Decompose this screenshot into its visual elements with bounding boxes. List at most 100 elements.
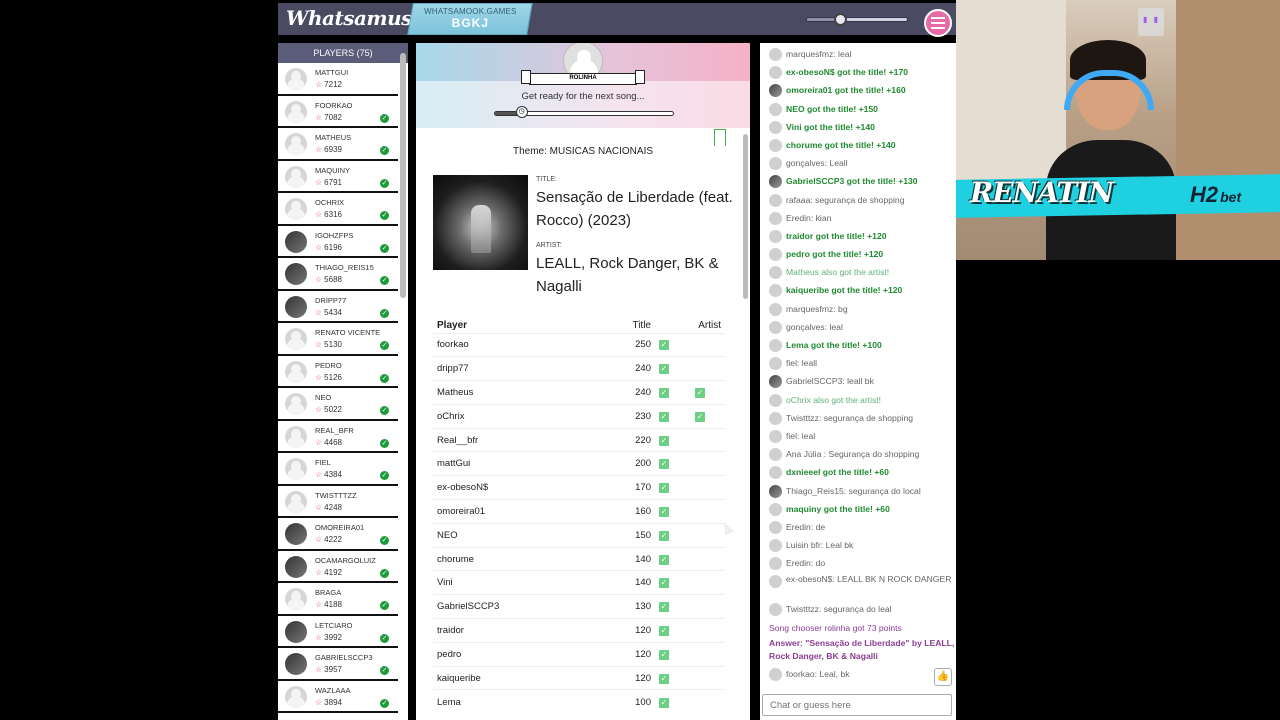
- player-row[interactable]: GABRIELSCCP3 ☆ 3957 ✓: [278, 648, 398, 681]
- player-score-value: 6196: [324, 242, 342, 252]
- chat-avatar: [769, 302, 782, 316]
- song-panel-scrollbar[interactable]: [743, 134, 748, 299]
- player-avatar: [285, 295, 307, 318]
- chat-text: ex-obesoN$ got the title! +170: [786, 67, 909, 78]
- chat-avatar: [769, 448, 782, 462]
- chat-message: omoreira01 got the title! +160: [760, 81, 956, 99]
- player-row[interactable]: PEDRO ☆ 5126 ✓: [278, 356, 398, 388]
- player-avatar: [285, 425, 307, 448]
- chat-text: omoreira01 got the title! +160: [786, 85, 906, 96]
- player-score: ☆ 4192: [315, 568, 342, 577]
- chat-text: Twistttzz: segurança do leal: [786, 604, 892, 615]
- bookmark-icon[interactable]: [714, 129, 726, 146]
- chat-message: marquesfmz: leal: [760, 45, 956, 63]
- chat-text: Luisin bfr: Leal bk: [786, 540, 854, 551]
- player-avatar: [285, 523, 307, 545]
- title-check-icon: ✓: [659, 649, 669, 660]
- player-row[interactable]: MATHEUS ☆ 6939 ✓: [278, 128, 398, 161]
- table-row: kaiqueribe 120 ✓: [433, 665, 725, 690]
- table-row: Lema 100 ✓: [433, 689, 725, 714]
- thumbs-up-icon[interactable]: 👍: [934, 668, 952, 686]
- table-row: NEO 150 ✓: [433, 522, 725, 548]
- player-row[interactable]: RENATO VICENTE ☆ 5130 ✓: [278, 323, 398, 356]
- player-row[interactable]: FIEL ☆ 4384 ✓: [278, 453, 398, 486]
- player-row[interactable]: BRAGA ☆ 4188 ✓: [278, 583, 398, 616]
- player-score-value: 4188: [324, 600, 342, 609]
- table-row: dripp77 240 ✓: [433, 356, 725, 381]
- row-player: pedro: [433, 641, 595, 667]
- chat-avatar: [769, 502, 782, 516]
- player-name: REAL_BFR: [315, 425, 354, 435]
- player-avatar: [285, 620, 307, 643]
- title-check-icon: ✓: [659, 411, 669, 422]
- table-row: pedro 120 ✓: [433, 641, 725, 667]
- player-score: ☆ 4384: [315, 470, 342, 479]
- player-row[interactable]: TWISTTTZZ ☆ 4248: [278, 486, 398, 518]
- chat-avatar: [769, 175, 782, 189]
- chat-message: Twistttzz: segurança de shopping: [760, 409, 956, 427]
- player-score: ☆ 4222: [315, 535, 342, 544]
- chat-message: Answer: "Sensação de Liberdade" by LEALL…: [760, 637, 956, 665]
- chat-text: rafaaa: segurança de shopping: [786, 194, 905, 205]
- player-score: ☆ 5130: [315, 340, 342, 349]
- chat-text: pedro got the title! +120: [786, 249, 884, 260]
- menu-button[interactable]: [924, 9, 952, 37]
- players-scrollbar[interactable]: [400, 53, 406, 298]
- star-icon: ☆: [315, 177, 323, 187]
- player-name: DRIPP77: [315, 295, 347, 305]
- volume-knob[interactable]: [834, 13, 847, 26]
- title-check-icon: ✓: [659, 578, 669, 589]
- round-timer: ◷: [494, 106, 674, 118]
- chat-message: Luisin bfr: Leal bk: [760, 536, 956, 554]
- room-badge[interactable]: WHATSAMOOK.GAMES BGKJ: [407, 3, 533, 35]
- table-row: GabrielSCCP3 130 ✓: [433, 594, 725, 619]
- player-name: BRAGA: [315, 588, 342, 597]
- player-name: MATTGUI: [315, 68, 349, 77]
- chat-text: dxnieeel got the title! +60: [786, 467, 889, 478]
- chat-input[interactable]: [762, 694, 952, 716]
- star-icon: ☆: [315, 437, 323, 447]
- player-row[interactable]: MAQUINY ☆ 6791 ✓: [278, 161, 398, 193]
- player-row[interactable]: LETCIARO ☆ 3992 ✓: [278, 616, 398, 648]
- player-score: ☆ 4188: [315, 600, 342, 609]
- theme-label: Theme: MUSICAS NACIONAIS: [512, 146, 654, 157]
- volume-slider[interactable]: [806, 13, 908, 26]
- player-row[interactable]: OMOREIRA01 ☆ 4222 ✓: [278, 518, 398, 551]
- player-row[interactable]: FOORKAO ☆ 7082 ✓: [278, 96, 398, 128]
- player-row[interactable]: THIAGO_REIS15 ☆ 5688 ✓: [278, 258, 398, 291]
- chat-message: fiel: leal: [760, 427, 956, 445]
- player-row[interactable]: WAZLAAA ☆ 3894 ✓: [278, 681, 398, 713]
- star-icon: ☆: [315, 242, 323, 252]
- row-player: oChrix: [433, 403, 595, 429]
- star-icon: ☆: [315, 80, 323, 89]
- player-score: ☆ 6196: [315, 243, 342, 252]
- player-name: TWISTTTZZ: [315, 490, 357, 500]
- check-icon: ✓: [380, 438, 389, 448]
- chat-avatar: [769, 157, 782, 171]
- player-score-value: 3957: [324, 665, 342, 674]
- song-title: Sensação de Liberdade (feat. Rocco) (202…: [536, 189, 733, 229]
- player-row[interactable]: OCAMARGOLUIZ ☆ 4192 ✓: [278, 551, 398, 583]
- player-row[interactable]: MATTGUI ☆ 7212: [278, 63, 398, 96]
- player-row[interactable]: IGOHZFPS ☆ 6196 ✓: [278, 226, 398, 258]
- chat-text: Song chooser rolinha got 73 points: [769, 622, 902, 633]
- table-row: ex-obesoN$ 170 ✓: [433, 475, 725, 500]
- player-row[interactable]: DRIPP77 ☆ 5434 ✓: [278, 291, 398, 323]
- player-row[interactable]: OCHRIX ☆ 6316 ✓: [278, 193, 398, 226]
- chat-text: Matheus also got the artist!: [786, 267, 890, 278]
- chat-text: fiel: leal: [786, 430, 816, 441]
- row-player: Lema: [433, 689, 595, 714]
- check-icon: ✓: [380, 308, 389, 318]
- chat-text: Eredin: de: [786, 521, 826, 532]
- artist-check-icon: ✓: [695, 387, 705, 398]
- player-row[interactable]: NEO ☆ 5022 ✓: [278, 388, 398, 421]
- chat-message: Thiago_Reis15: segurança do local: [760, 482, 956, 500]
- chat-avatar: [769, 211, 782, 225]
- title-check-icon: ✓: [659, 459, 669, 470]
- top-bar: Whatsamusic WHATSAMOOK.GAMES BGKJ: [278, 3, 956, 37]
- player-row[interactable]: REAL_BFR ☆ 4468 ✓: [278, 421, 398, 453]
- chat-avatar: [769, 339, 782, 352]
- sponsor-sub: bet: [1220, 189, 1242, 205]
- chat-avatar: [769, 520, 782, 534]
- chat-text: foorkao: Leal, bk: [786, 668, 850, 679]
